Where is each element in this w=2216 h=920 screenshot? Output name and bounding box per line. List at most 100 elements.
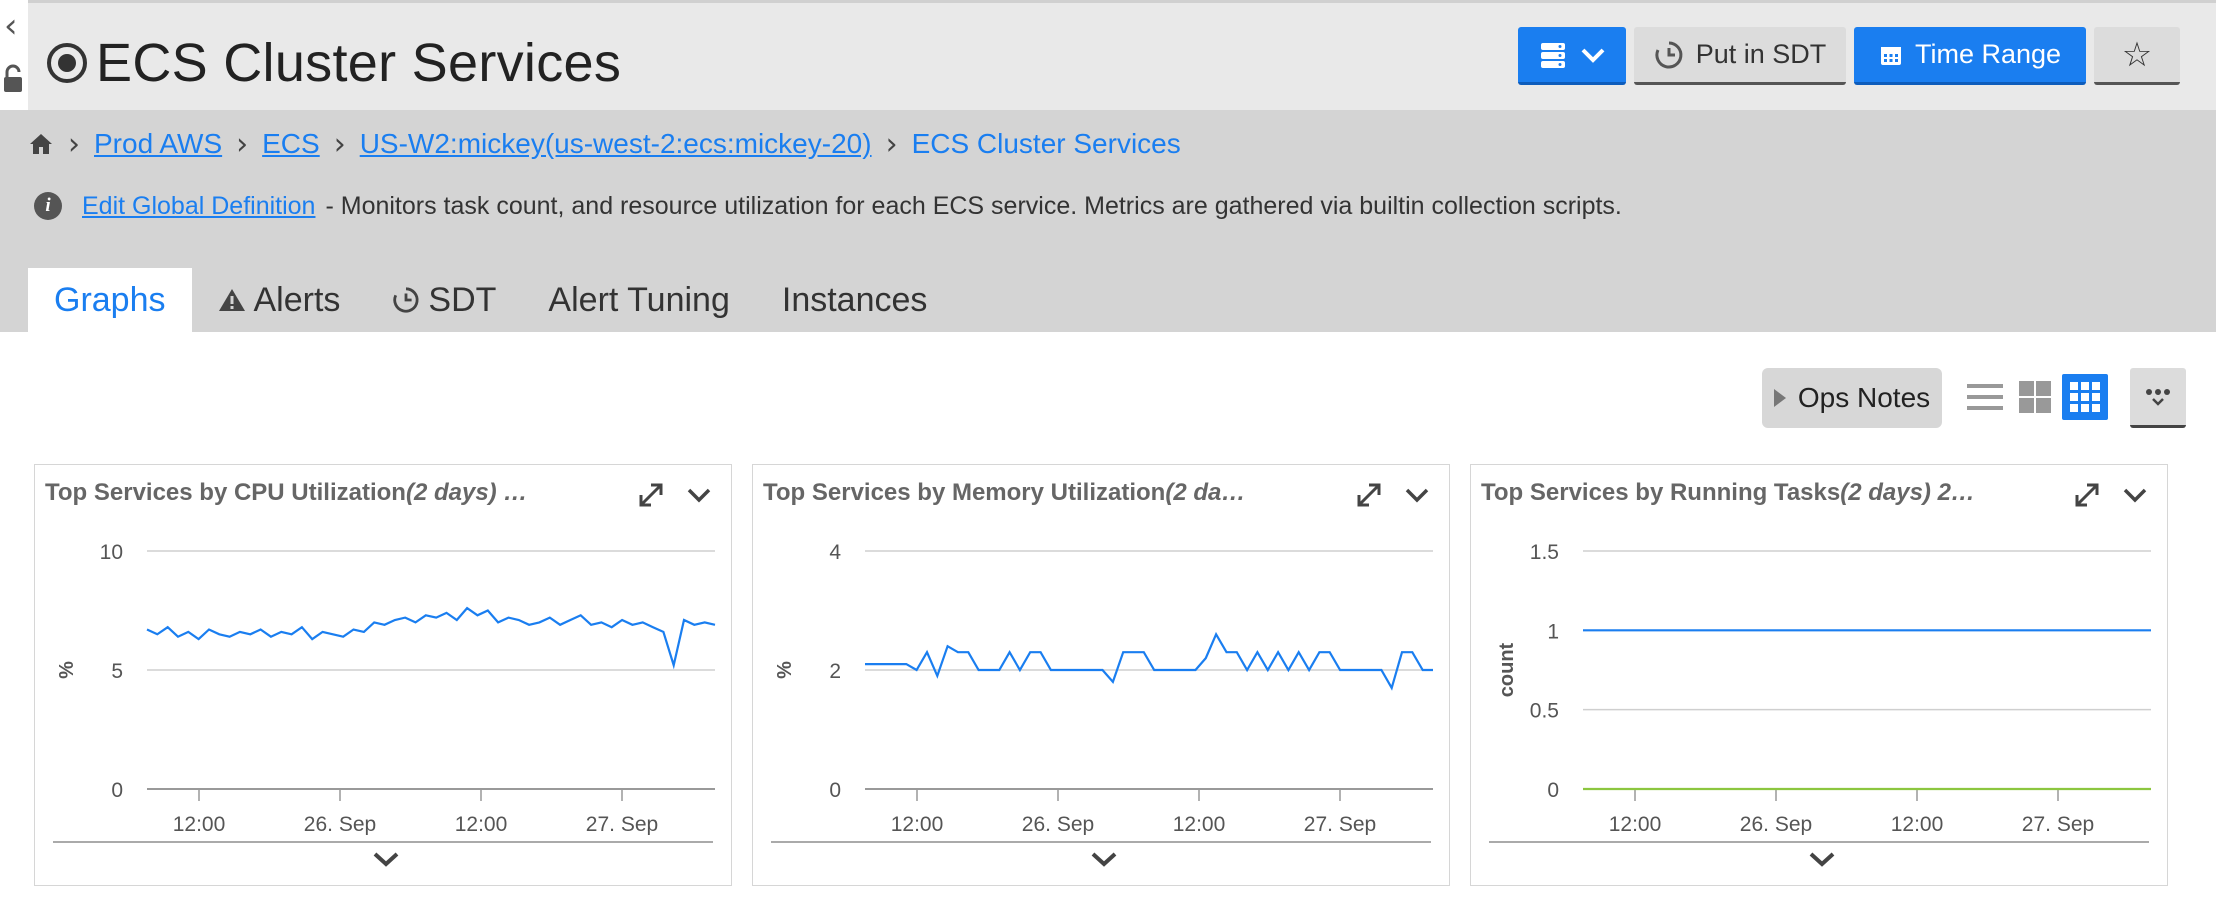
tab-instances[interactable]: Instances [756, 268, 954, 332]
x-tick-label: 12:00 [455, 813, 508, 835]
graph-plot: 0 2 4% 12:00 26. Sep 12:00 27. Sep [774, 541, 1433, 835]
three-column-view-button[interactable] [2062, 374, 2108, 420]
tab-instances-label: Instances [781, 280, 928, 319]
tab-alerts-label: Alerts [253, 280, 341, 319]
breadcrumb-link-ecs[interactable]: ECS [262, 128, 320, 160]
graph-title: Top Services by CPU Utilization(2 days) … [45, 479, 605, 507]
x-tick-label: 12:00 [1891, 813, 1944, 835]
put-in-sdt-label: Put in SDT [1695, 39, 1827, 69]
chevron-down-icon[interactable] [1807, 849, 1837, 869]
graph-card-memory: Top Services by Memory Utilization(2 da…… [752, 464, 1450, 886]
favorite-star-button[interactable]: ☆ [2094, 27, 2180, 85]
home-icon[interactable] [28, 132, 54, 156]
expand-triangle-icon [1773, 389, 1786, 407]
page-title: ECS Cluster Services [96, 33, 622, 93]
y-tick-label: 5 [111, 660, 123, 683]
graph-footer-divider [53, 841, 713, 843]
y-tick-label: 4 [829, 541, 841, 564]
put-in-sdt-button[interactable]: Put in SDT [1634, 27, 1846, 85]
graph-actions [2073, 481, 2149, 509]
expand-icon[interactable] [2073, 481, 2101, 509]
chevron-down-icon[interactable] [1403, 481, 1431, 509]
list-icon [1967, 384, 2003, 410]
breadcrumb-current: ECS Cluster Services [911, 128, 1181, 159]
y-tick-label: 1.5 [1530, 541, 1559, 564]
x-tick-label: 12:00 [1173, 813, 1226, 835]
server-stack-icon [1541, 42, 1565, 68]
graph-plot: 0 5 10% 12:00 26. Sep 12:00 27. Sep [56, 541, 716, 835]
breadcrumb: › Prod AWS › ECS › US-W2:mickey(us-west-… [28, 124, 1181, 164]
ops-notes-button[interactable]: Ops Notes [1762, 368, 1942, 428]
target-icon [47, 43, 87, 83]
page-header: ECS Cluster Services Put in SDT Time Ran… [28, 0, 2216, 110]
x-tick-label: 12:00 [173, 813, 226, 835]
breadcrumb-separator: › [885, 126, 898, 162]
y-tick-label: 0.5 [1530, 700, 1559, 723]
y-tick-label: 2 [829, 660, 841, 683]
description-text: - Monitors task count, and resource util… [325, 191, 1622, 220]
list-view-button[interactable] [1962, 374, 2008, 420]
tab-sdt[interactable]: SDT [366, 268, 522, 332]
x-tick-label: 26. Sep [1740, 813, 1812, 835]
star-icon: ☆ [2121, 34, 2153, 75]
y-tick-label: 10 [100, 541, 123, 564]
warning-icon [218, 289, 245, 311]
graph-title-range: (2 da… [1165, 479, 1246, 506]
y-tick-label: 1 [1547, 620, 1559, 643]
tab-bar: Graphs Alerts SDT Alert Tuning Instances [28, 268, 953, 332]
tab-alert-tuning[interactable]: Alert Tuning [522, 268, 755, 332]
two-column-view-button[interactable] [2012, 374, 2058, 420]
graph-title: Top Services by Running Tasks(2 days) 2… [1481, 479, 2041, 507]
app-root: ‹ ECS Cluster Services Put in SDT Time R… [0, 0, 2216, 920]
x-tick-label: 26. Sep [304, 813, 376, 835]
time-range-button[interactable]: Time Range [1854, 27, 2086, 85]
graph-footer-divider [771, 841, 1431, 843]
graph-footer-divider [1489, 841, 2149, 843]
x-tick-label: 26. Sep [1022, 813, 1094, 835]
graph-title-text: Top Services by Running Tasks [1481, 479, 1841, 506]
graph-card-running-tasks: Top Services by Running Tasks(2 days) 2…… [1470, 464, 2168, 886]
datasource-description: i Edit Global Definition - Monitors task… [34, 186, 1622, 226]
title-wrap: ECS Cluster Services [46, 31, 621, 95]
graph-plot: 0 0.5 1 1.5 count 12:00 26. Sep 12:00 27. Sep [1496, 541, 2151, 835]
chevron-down-icon[interactable] [371, 849, 401, 869]
graph-title-range: (2 days) 2… [1840, 479, 1975, 506]
expand-icon[interactable] [637, 481, 665, 509]
tab-alerts[interactable]: Alerts [192, 268, 367, 332]
breadcrumb-separator: › [236, 126, 249, 162]
more-dots-icon [2146, 388, 2170, 406]
breadcrumb-separator: › [333, 126, 346, 162]
y-axis-label: % [774, 661, 796, 679]
y-tick-label: 0 [1547, 779, 1559, 802]
graph-title-text: Top Services by Memory Utilization [763, 479, 1166, 506]
y-tick-label: 0 [829, 779, 841, 802]
y-tick-label: 0 [111, 779, 123, 802]
tab-graphs-label: Graphs [54, 280, 166, 319]
calendar-icon [1880, 46, 1901, 65]
grid-2-icon [2019, 381, 2051, 413]
more-options-button[interactable] [2130, 368, 2186, 428]
graph-title-text: Top Services by CPU Utilization [45, 479, 406, 506]
y-axis-label: count [1496, 642, 1518, 697]
expand-icon[interactable] [1355, 481, 1383, 509]
chevron-down-icon[interactable] [685, 481, 713, 509]
breadcrumb-link-prod-aws[interactable]: Prod AWS [94, 128, 222, 160]
lock-icon[interactable] [2, 64, 24, 94]
ops-notes-label: Ops Notes [1797, 382, 1931, 413]
device-menu-button[interactable] [1518, 27, 1626, 85]
chevron-down-icon[interactable] [2121, 481, 2149, 509]
grid-3-icon [2070, 382, 2100, 412]
info-icon: i [34, 192, 62, 220]
series-line [865, 631, 1433, 691]
breadcrumb-link-cluster[interactable]: US-W2:mickey(us-west-2:ecs:mickey-20) [360, 128, 872, 160]
tab-graphs[interactable]: Graphs [28, 268, 192, 332]
graph-title-range: (2 days) … [405, 479, 528, 506]
edit-global-definition-link[interactable]: Edit Global Definition [82, 192, 315, 221]
sdt-clock-icon [393, 287, 419, 313]
chevron-left-icon[interactable]: ‹ [4, 6, 18, 46]
tab-sdt-label: SDT [428, 280, 497, 319]
x-tick-label: 27. Sep [586, 813, 658, 835]
tab-alert-tuning-label: Alert Tuning [548, 280, 730, 319]
sdt-clock-icon [1655, 41, 1683, 68]
chevron-down-icon[interactable] [1089, 849, 1119, 869]
